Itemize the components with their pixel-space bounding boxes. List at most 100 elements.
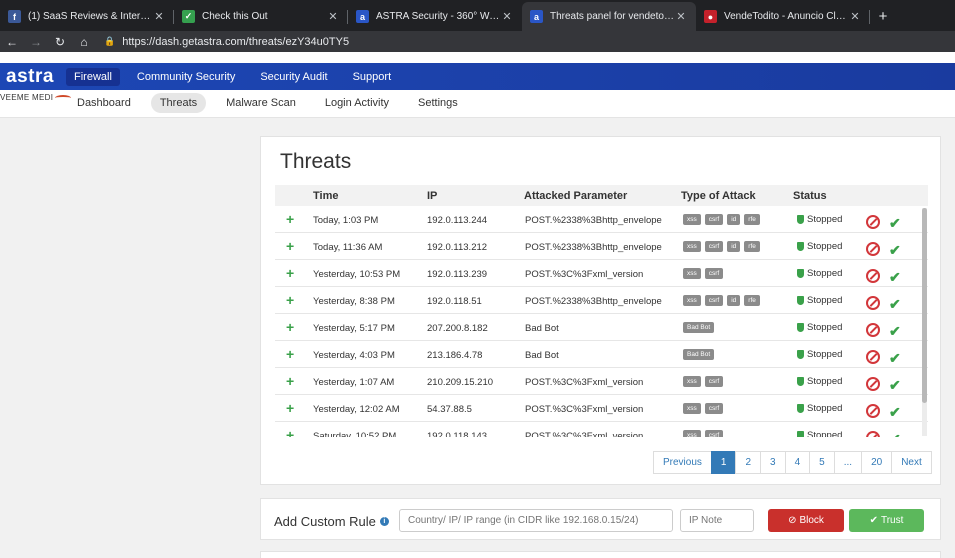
trust-button-label: Trust (880, 515, 904, 526)
expand-row-icon[interactable]: + (286, 373, 294, 389)
trust-button[interactable]: ✔ Trust (849, 509, 924, 532)
row-time: Yesterday, 1:07 AM (313, 377, 395, 388)
table-row: + Yesterday, 5:17 PM 207.200.8.182 Bad Bot B… (275, 314, 928, 341)
vendetodito-icon: ● (704, 10, 717, 23)
table-row: + Saturday, 10:52 PM 192.0.118.143 POST.%3C… (275, 422, 928, 437)
attack-type-badge: xss (683, 241, 701, 252)
expand-row-icon[interactable]: + (286, 319, 294, 335)
top-nav-support[interactable]: Support (345, 68, 400, 86)
row-ip: 192.0.113.239 (427, 269, 488, 280)
tab-threats[interactable]: Threats (150, 93, 207, 113)
trust-ip-icon[interactable]: ✔ (889, 242, 901, 259)
browser-toolbar: ← → ↻ ⌂ 🔒 https://dash.getastra.com/thre… (0, 31, 955, 52)
browser-tab[interactable]: ✓ Check this Out ✕ (174, 2, 348, 31)
trust-ip-icon[interactable]: ✔ (889, 377, 901, 394)
ip-note-input[interactable] (680, 509, 754, 532)
row-ip: 207.200.8.182 (427, 323, 488, 334)
shield-icon (797, 242, 804, 251)
info-icon[interactable]: i (379, 517, 389, 526)
page-link[interactable]: 1 (710, 451, 737, 474)
tab-malware-scan[interactable]: Malware Scan (217, 93, 305, 113)
astra-logo[interactable]: astra (6, 66, 66, 88)
browser-tab[interactable]: f (1) SaaS Reviews & Interviews ✕ (0, 2, 174, 31)
close-icon[interactable]: ✕ (674, 10, 688, 23)
table-row: + Yesterday, 8:38 PM 192.0.118.51 POST.%233… (275, 287, 928, 314)
tab-dashboard[interactable]: Dashboard (68, 93, 140, 113)
block-ip-icon[interactable] (866, 242, 880, 256)
browser-tab[interactable]: a Threats panel for vendetodito ✕ (522, 2, 696, 31)
close-icon[interactable]: ✕ (500, 10, 514, 23)
page-link[interactable]: 4 (784, 451, 811, 474)
tab-settings[interactable]: Settings (409, 93, 467, 113)
next-card (260, 551, 941, 558)
block-ip-icon[interactable] (866, 296, 880, 310)
block-ip-icon[interactable] (866, 377, 880, 391)
status-badge: Stopped (797, 268, 842, 279)
back-icon[interactable]: ← (0, 35, 24, 49)
close-icon[interactable]: ✕ (326, 10, 340, 23)
trust-ip-icon[interactable]: ✔ (889, 404, 901, 421)
top-nav-community-security[interactable]: Community Security (129, 68, 243, 86)
address-bar[interactable]: 🔒 https://dash.getastra.com/threats/ezY3… (104, 36, 349, 48)
expand-row-icon[interactable]: + (286, 211, 294, 227)
attack-type-badge: rfe (744, 214, 760, 225)
expand-row-icon[interactable]: + (286, 292, 294, 308)
page-link[interactable]: 20 (861, 451, 893, 474)
trust-ip-icon[interactable]: ✔ (889, 431, 901, 437)
browser-tab[interactable]: a ASTRA Security - 360° Websit ✕ (348, 2, 522, 31)
home-icon[interactable]: ⌂ (72, 35, 96, 49)
block-button[interactable]: ⊘ Block (768, 509, 844, 532)
tab-login-activity[interactable]: Login Activity (316, 93, 398, 113)
block-ip-icon[interactable] (866, 323, 880, 337)
expand-row-icon[interactable]: + (286, 400, 294, 416)
page-link[interactable]: Previous (653, 451, 712, 474)
page-link[interactable]: ... (833, 451, 863, 474)
page-link[interactable]: 5 (809, 451, 835, 474)
top-nav-firewall[interactable]: Firewall (66, 67, 120, 86)
new-tab-button[interactable]: + (870, 2, 896, 31)
pagination: Previous 1 2 3 4 5... 20 Next (653, 451, 932, 474)
col-attacked-parameter: Attacked Parameter (524, 190, 628, 202)
row-attacked-parameter: Bad Bot (525, 350, 559, 361)
forward-icon[interactable]: → (24, 35, 48, 49)
reload-icon[interactable]: ↻ (48, 35, 72, 49)
close-icon[interactable]: ✕ (152, 10, 166, 23)
block-ip-icon[interactable] (866, 269, 880, 283)
top-nav-security-audit[interactable]: Security Audit (252, 68, 335, 86)
expand-row-icon[interactable]: + (286, 427, 294, 437)
attack-type-badge: csrf (704, 376, 724, 387)
block-ip-icon[interactable] (866, 431, 880, 437)
block-ip-icon[interactable] (866, 404, 880, 418)
expand-row-icon[interactable]: + (286, 238, 294, 254)
check-icon: ✔ (869, 515, 878, 526)
attack-type-badge: xss (683, 214, 701, 225)
browser-tab[interactable]: ● VendeTodito - Anuncio Clasific ✕ (696, 2, 870, 31)
table-scrollbar[interactable] (922, 208, 927, 436)
trust-ip-icon[interactable]: ✔ (889, 269, 901, 286)
scrollbar-thumb[interactable] (922, 208, 927, 403)
trust-ip-icon[interactable]: ✔ (889, 296, 901, 313)
block-icon: ⊘ (788, 515, 797, 526)
attack-type-badge: rfe (744, 241, 760, 252)
expand-row-icon[interactable]: + (286, 346, 294, 362)
attack-type-badge: id (727, 241, 741, 252)
page-link[interactable]: 3 (760, 451, 786, 474)
row-attacked-parameter: POST.%2338%3Bhttp_envelope (525, 296, 662, 307)
page-link[interactable]: 2 (735, 451, 762, 474)
attack-type-badge: rfe (744, 295, 760, 306)
custom-rule-label-text: Add Custom Rule (274, 514, 376, 529)
block-ip-icon[interactable] (866, 350, 880, 364)
ip-range-input[interactable] (399, 509, 673, 532)
row-ip: 210.209.15.210 (427, 377, 494, 388)
page-link[interactable]: Next (891, 451, 932, 474)
block-ip-icon[interactable] (866, 215, 880, 229)
row-attacked-parameter: POST.%3C%3Fxml_version (525, 431, 644, 437)
page-title: Threats (280, 150, 352, 173)
trust-ip-icon[interactable]: ✔ (889, 323, 901, 340)
trust-ip-icon[interactable]: ✔ (889, 350, 901, 367)
close-icon[interactable]: ✕ (848, 10, 862, 23)
trust-ip-icon[interactable]: ✔ (889, 215, 901, 232)
status-text: Stopped (807, 403, 843, 414)
expand-row-icon[interactable]: + (286, 265, 294, 281)
custom-rule-card: Add Custom Rule i ⊘ Block ✔ Trust (260, 498, 941, 540)
